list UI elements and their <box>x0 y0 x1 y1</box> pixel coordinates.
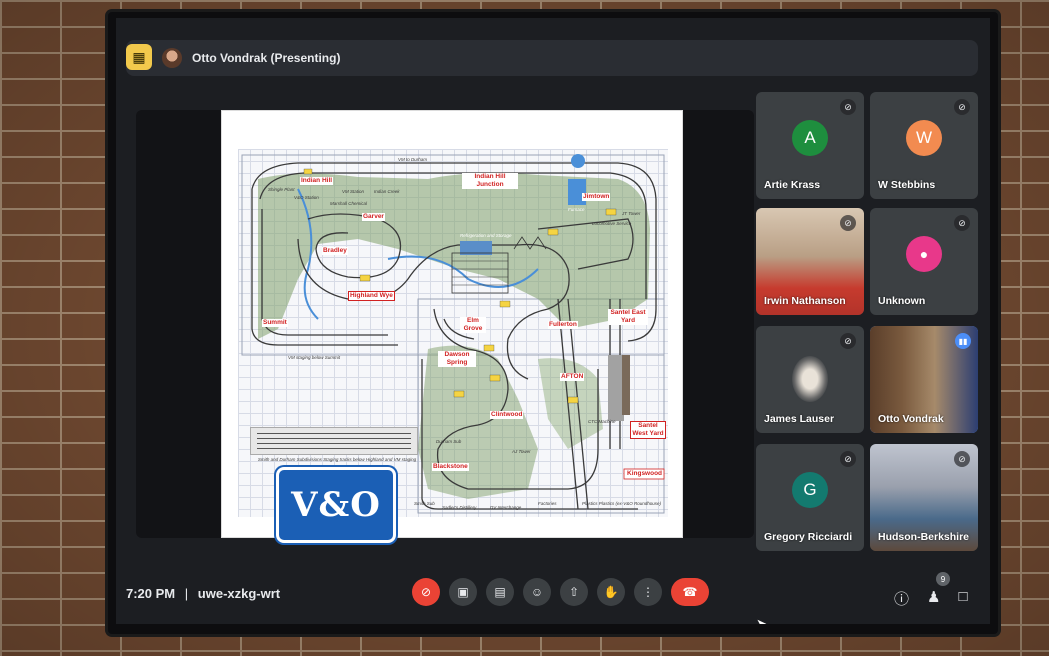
participant-tile-unknown[interactable]: ⊘ ● Unknown <box>870 208 978 315</box>
label-summit: Summit <box>262 319 288 327</box>
tv-bezel: ▦ Otto Vondrak (Presenting) Indian Hill … <box>108 12 998 634</box>
note-vm-station: VM Station <box>342 189 365 194</box>
note-vm-to-durham: VM to Durham <box>398 157 428 162</box>
pin-icon[interactable]: ▦ <box>126 44 152 70</box>
side-panel-buttons: ⓘ ♟ □ <box>894 588 968 609</box>
label-indian-hill-junction: Indian Hill Junction <box>462 173 518 189</box>
label-indian-hill: Indian Hill <box>300 177 334 185</box>
note-marshall-chemical: Marshall Chemical <box>330 201 368 206</box>
mic-off-icon: ⊘ <box>954 99 970 115</box>
presenter-avatar <box>162 48 182 68</box>
mic-off-icon: ⊘ <box>954 215 970 231</box>
speaking-icon: ▮▮ <box>955 333 971 349</box>
camera-icon[interactable]: ▣ <box>449 578 477 606</box>
participant-name: Artie Krass <box>764 179 821 191</box>
participant-name: Unknown <box>878 295 926 307</box>
mic-off-icon: ⊘ <box>954 451 970 467</box>
participant-name: Otto Vondrak <box>878 413 944 425</box>
label-clintwood: Clintwood <box>490 411 524 419</box>
note-dv-interchange: DV Interchange <box>490 505 522 510</box>
note-factories: Factories <box>538 501 557 506</box>
raise-hand-icon[interactable]: ✋ <box>597 578 625 606</box>
participant-tile-otto-vondrak[interactable]: ▮▮ Otto Vondrak <box>870 326 978 433</box>
shared-slide: Indian Hill Indian Hill Junction Jimtown… <box>221 110 683 543</box>
note-staging: Smith and Durham Subdivisions Staging tr… <box>257 457 417 462</box>
label-santel-east-yard: Santel East Yard <box>608 309 648 325</box>
presenter-name: Otto Vondrak (Presenting) <box>192 51 341 65</box>
meeting-time: 7:20 PM <box>126 586 176 601</box>
note-vm-staging: VM staging below Summit <box>288 355 341 360</box>
meeting-code: uwe-xzkg-wrt <box>197 586 281 601</box>
note-durham-sub: Durham Sub <box>436 439 462 444</box>
chat-icon[interactable]: □ <box>958 588 967 609</box>
avatar: G <box>792 472 828 508</box>
presentation-stage: Indian Hill Indian Hill Junction Jimtown… <box>136 110 754 543</box>
note-ctc-machine: CTC Machine <box>588 419 616 424</box>
participant-name: James Lauser <box>764 413 835 425</box>
note-vo-station: V&O Station <box>294 195 319 200</box>
participant-name: Hudson-Berkshire <box>878 531 970 543</box>
mic-off-icon: ⊘ <box>840 451 856 467</box>
captions-icon[interactable]: ▤ <box>486 578 514 606</box>
mouse-cursor: ➤ <box>756 616 767 624</box>
hangup-icon[interactable]: ☎ <box>671 578 709 606</box>
label-fullerton: Fullerton <box>548 321 578 329</box>
mic-off-icon: ⊘ <box>840 215 856 231</box>
label-kingswood: Kingswood <box>626 470 664 478</box>
label-garver: Garver <box>362 213 385 221</box>
more-icon[interactable]: ⋮ <box>634 578 662 606</box>
track-plan: Indian Hill Indian Hill Junction Jimtown… <box>238 149 668 543</box>
participant-name: Irwin Nathanson <box>764 295 846 307</box>
mic-off-icon[interactable]: ⊘ <box>412 578 440 606</box>
participant-name: Gregory Ricciardi <box>764 531 853 543</box>
vo-logo: V&O <box>276 467 396 543</box>
participant-tile-w-stebbins[interactable]: ⊘ W W Stebbins <box>870 92 978 199</box>
staging-yard <box>250 427 418 455</box>
label-dawson-spring: Dawson Spring <box>438 351 476 367</box>
participant-tile-james-lauser[interactable]: ⊘ James Lauser <box>756 326 864 433</box>
note-indian-creek: Indian Creek <box>374 189 400 194</box>
person-icon: ● <box>906 236 942 272</box>
meeting-separator: | <box>184 586 189 601</box>
participant-tile-irwin-nathanson[interactable]: ⊘ Irwin Nathanson <box>756 208 864 315</box>
mic-off-icon: ⊘ <box>840 99 856 115</box>
note-smith-sub: Smith Sub <box>414 501 435 506</box>
people-icon[interactable]: ♟ <box>927 588 940 609</box>
meet-screen: ▦ Otto Vondrak (Presenting) Indian Hill … <box>116 18 990 624</box>
label-blackstone: Blackstone <box>432 463 469 471</box>
note-jt-tower: JT Tower <box>622 211 641 216</box>
label-elm-grove: Elm Grove <box>460 317 486 333</box>
note-shingle-plant: Shingle Plant <box>268 187 295 192</box>
note-sadlers-distillery: Sadler's Distillery <box>442 505 477 510</box>
note-refrigeration: Refrigeration and Storage <box>460 233 512 238</box>
call-controls: ⊘ ▣ ▤ ☺ ⇧ ✋ ⋮ ☎ <box>412 578 709 606</box>
presenter-bar[interactable]: Otto Vondrak (Presenting) <box>126 40 978 76</box>
label-santel-west-yard: Santel West Yard <box>630 421 666 439</box>
participant-video <box>792 356 828 402</box>
note-locomotive-service: Locomotive Service <box>592 221 632 226</box>
participant-tile-gregory-ricciardi[interactable]: ⊘ G Gregory Ricciardi <box>756 444 864 551</box>
label-bradley: Bradley <box>322 247 348 255</box>
emoji-icon[interactable]: ☺ <box>523 578 551 606</box>
meeting-info: 7:20 PM | uwe-xzkg-wrt <box>126 586 280 601</box>
participant-tile-hudson-berkshire[interactable]: ⊘ Hudson-Berkshire <box>870 444 978 551</box>
info-icon[interactable]: ⓘ <box>894 588 909 609</box>
note-plastics: Plastics Plastics (ex-V&O Roundhouse) <box>582 501 662 506</box>
note-furnace: Furnace <box>568 207 585 212</box>
present-icon[interactable]: ⇧ <box>560 578 588 606</box>
participant-tile-artie-krass[interactable]: ⊘ A Artie Krass <box>756 92 864 199</box>
avatar: W <box>906 120 942 156</box>
note-aj-tower: AJ Tower <box>512 449 531 454</box>
label-afton: AFTON <box>560 373 585 381</box>
label-highland-wye: Highland Wye <box>348 291 395 301</box>
participant-name: W Stebbins <box>878 179 936 191</box>
people-count-badge: 9 <box>936 572 950 586</box>
label-jimtown: Jimtown <box>582 193 611 201</box>
mic-off-icon: ⊘ <box>840 333 856 349</box>
avatar: A <box>792 120 828 156</box>
